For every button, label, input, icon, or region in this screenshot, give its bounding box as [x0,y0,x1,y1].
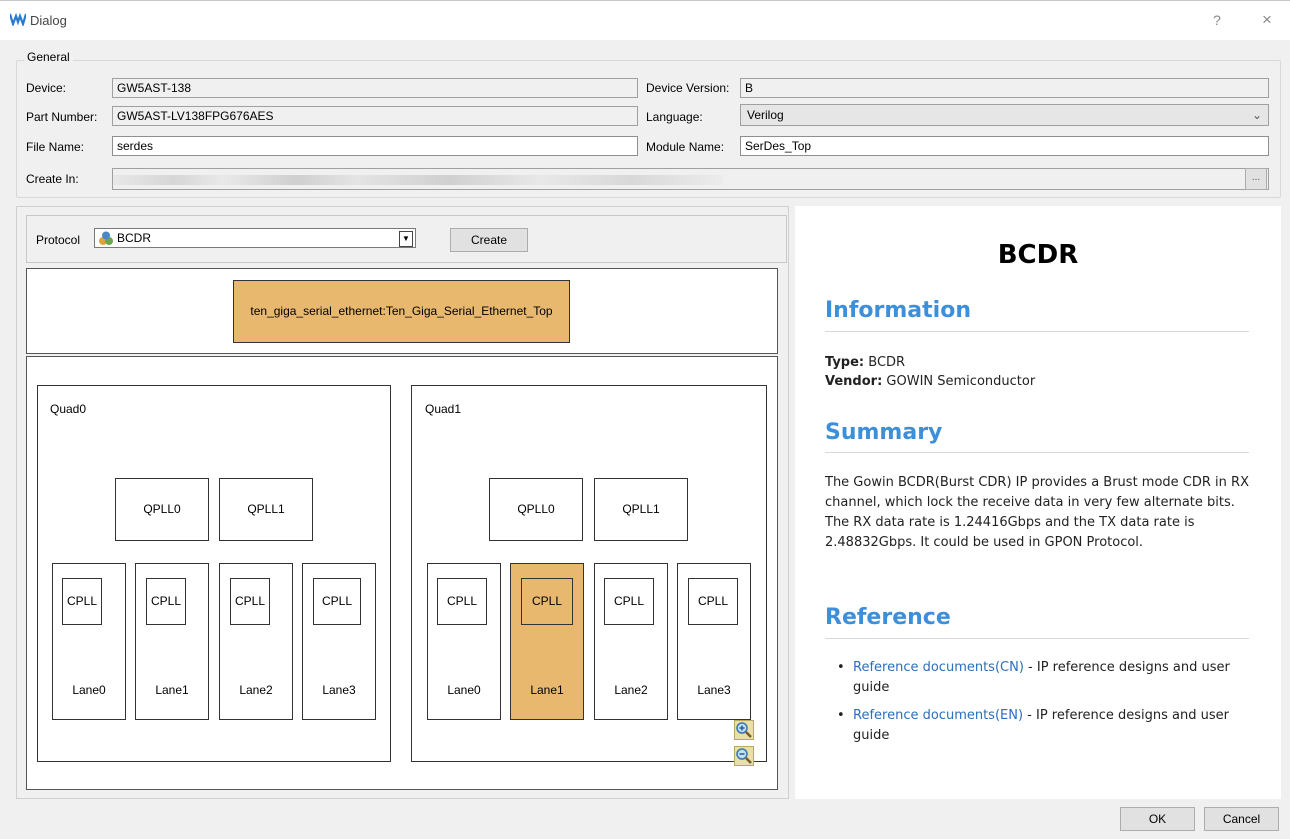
title-bar [0,0,1290,40]
quad1-lane0-cpll[interactable]: CPLL [437,578,487,625]
quad1-lane1-label: Lane1 [530,683,564,697]
cancel-button[interactable]: Cancel [1204,807,1279,831]
create-in-field[interactable] [112,168,1269,190]
device-field[interactable]: GW5AST-138 [112,78,638,98]
quad1-lane3-cpll[interactable]: CPLL [688,578,738,625]
protocol-value: BCDR [117,231,152,245]
quad1-lane0-label: Lane0 [447,683,481,697]
language-label: Language: [646,110,703,124]
file-name-field[interactable]: serdes [112,136,638,156]
quad1-qpll1[interactable]: QPLL1 [594,478,688,541]
vendor-label: Vendor: [825,374,883,389]
bcdr-icon [99,231,113,245]
reference-en-link[interactable]: Reference documents(EN) [853,708,1023,723]
summary-heading: Summary [825,420,943,445]
reference-item-cn: • Reference documents(CN) - IP reference… [835,658,1255,698]
create-button[interactable]: Create [450,228,528,252]
browse-button[interactable]: ... [1245,168,1267,190]
quad0-qpll0[interactable]: QPLL0 [115,478,209,541]
protocol-label: Protocol [36,233,81,247]
module-name-field[interactable]: SerDes_Top [740,136,1269,156]
quad0-qpll1[interactable]: QPLL1 [219,478,313,541]
chevron-down-icon: ⌄ [1251,108,1262,122]
ok-button[interactable]: OK [1120,807,1195,831]
device-version-label: Device Version: [646,81,730,95]
module-name-label: Module Name: [646,140,725,154]
quad1-lane2-cpll[interactable]: CPLL [604,578,654,625]
help-button[interactable]: ? [1207,10,1227,30]
vendor-value: GOWIN Semiconductor [886,374,1036,389]
information-heading: Information [825,298,971,323]
quad0-lane3-cpll[interactable]: CPLL [313,578,361,625]
quad1-lane1-cpll[interactable]: CPLL [521,578,573,625]
dropdown-arrow-icon: ▼ [399,231,413,247]
part-number-label: Part Number: [26,110,98,124]
type-label: Type: [825,355,865,370]
info-title: BCDR [997,240,1079,270]
quad1-qpll0[interactable]: QPLL0 [489,478,583,541]
quad0-lane0-label: Lane0 [72,683,106,697]
blurred-path [113,175,723,185]
bullet: • [837,708,845,723]
language-select[interactable]: Verilog ⌄ [740,104,1269,126]
summary-text: The Gowin BCDR(Burst CDR) IP provides a … [825,475,1249,550]
window-title: Dialog [30,13,67,28]
quad0-lane1-cpll[interactable]: CPLL [146,578,186,625]
part-number-field[interactable]: GW5AST-LV138FPG676AES [112,106,638,126]
bullet: • [837,660,845,675]
zoom-in-icon[interactable] [734,720,754,740]
language-value: Verilog [747,108,784,122]
general-legend: General [24,50,73,64]
quad0-label: Quad0 [50,402,87,416]
reference-cn-link[interactable]: Reference documents(CN) [853,660,1024,675]
device-label: Device: [26,81,67,95]
zoom-out-icon[interactable] [734,746,754,766]
quad0-lane2-label: Lane2 [239,683,273,697]
quad0-lane0-cpll[interactable]: CPLL [62,578,102,625]
reference-heading: Reference [825,605,951,630]
close-button[interactable]: × [1257,10,1277,30]
quad0-lane1-label: Lane1 [155,683,189,697]
device-version-field[interactable]: B [740,78,1269,98]
create-in-label: Create In: [26,172,79,186]
quad0-lane2-cpll[interactable]: CPLL [230,578,270,625]
top-module-node[interactable]: ten_giga_serial_ethernet:Ten_Giga_Serial… [233,280,570,343]
type-value: BCDR [868,355,906,370]
gowin-logo-icon [10,12,26,26]
file-name-label: File Name: [26,140,85,154]
quad1-lane2-label: Lane2 [614,683,648,697]
quad0-lane3-label: Lane3 [322,683,356,697]
quad1-label: Quad1 [425,402,462,416]
vendor-line: Vendor: GOWIN Semiconductor [825,372,1255,392]
type-line: Type: BCDR [825,353,1255,373]
protocol-select[interactable]: BCDR ▼ [94,228,416,248]
divider [825,638,1249,639]
reference-item-en: • Reference documents(EN) - IP reference… [835,706,1255,746]
quad1-lane3-label: Lane3 [697,683,731,697]
divider [825,452,1249,453]
divider [825,331,1249,332]
